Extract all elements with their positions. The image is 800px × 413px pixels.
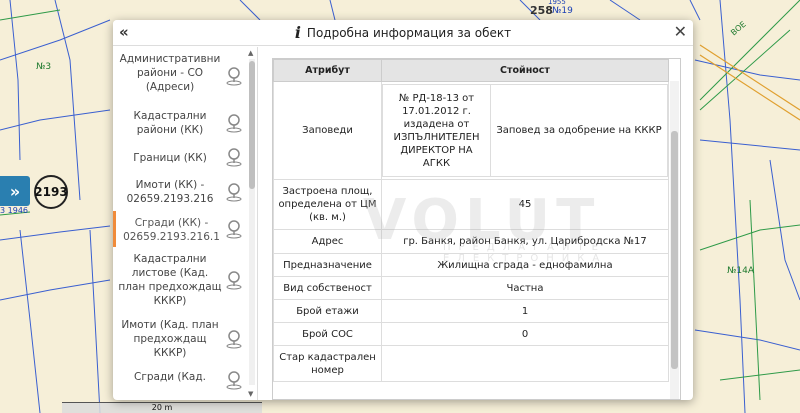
layer-item-label: Имоти (Кад. план предхождащ КККР) bbox=[121, 319, 219, 359]
attribute-value: 1 bbox=[381, 299, 669, 323]
scrollbar-thumb[interactable] bbox=[249, 61, 255, 189]
layer-item-borders[interactable]: Граници (КК) bbox=[113, 141, 247, 173]
expand-panel-button[interactable]: » bbox=[0, 176, 30, 206]
dialog-header: « i Подробна информация за обект ✕ bbox=[113, 20, 693, 46]
map-label-subparcel: 3 1946 bbox=[0, 206, 28, 215]
attribute-label: Заповеди bbox=[273, 81, 382, 180]
table-row-ownership: Вид собственост Частна bbox=[273, 276, 669, 300]
table-row-purpose: Предназначение Жилищна сграда - еднофами… bbox=[273, 253, 669, 277]
attribute-label: Застроена площ, определена от ЦМ (кв. м.… bbox=[273, 179, 382, 230]
layer-item-cadastral-regions[interactable]: Кадастрални райони (КК) bbox=[113, 104, 247, 141]
map-pin-icon[interactable] bbox=[225, 182, 243, 202]
map-pin-icon[interactable] bbox=[225, 66, 243, 86]
map-pin-icon[interactable] bbox=[225, 147, 243, 167]
table-row-old-cadastral: Стар кадастрален номер bbox=[273, 345, 669, 382]
close-icon[interactable]: ✕ bbox=[674, 22, 687, 41]
table-row-address: Адрес гр. Банкя, район Банкя, ул. Царибр… bbox=[273, 229, 669, 254]
layer-item-label: Сгради (Кад. bbox=[134, 371, 206, 383]
attribute-value: 45 bbox=[381, 179, 669, 230]
attribute-value: 0 bbox=[381, 322, 669, 346]
nested-orders-table: № РД-18-13 от 17.01.2012 г. издадена от … bbox=[382, 84, 668, 177]
table-row-sos: Брой СОС 0 bbox=[273, 322, 669, 346]
attribute-table-pane: Атрибут Стойност Заповеди № РД-18-13 от … bbox=[272, 58, 681, 400]
attribute-value bbox=[381, 345, 669, 382]
column-header-attribute: Атрибут bbox=[273, 59, 382, 82]
layer-item-label: Сгради (КК) - 02659.2193.216.1 bbox=[123, 217, 220, 243]
parcel-number-marker[interactable]: 2193 bbox=[34, 175, 68, 209]
scroll-down-icon[interactable]: ▼ bbox=[248, 390, 253, 398]
map-pin-icon[interactable] bbox=[225, 113, 243, 133]
map-label-address: №19 bbox=[552, 6, 573, 16]
scrollbar-thumb[interactable] bbox=[671, 131, 678, 369]
table-row-orders: Заповеди № РД-18-13 от 17.01.2012 г. изд… bbox=[273, 81, 669, 180]
map-label-address: №14А bbox=[727, 266, 754, 276]
scroll-up-icon[interactable]: ▲ bbox=[248, 49, 253, 57]
layer-item-old-properties[interactable]: Имоти (Кад. план предхождащ КККР) bbox=[113, 313, 247, 365]
dialog-title: Подробна информация за обект bbox=[306, 25, 512, 40]
layer-item-old-buildings[interactable]: Сгради (Кад. bbox=[113, 365, 247, 395]
table-row-area: Застроена площ, определена от ЦМ (кв. м.… bbox=[273, 179, 669, 230]
double-chevron-left-icon[interactable]: « bbox=[119, 23, 129, 41]
attribute-value-cell: № РД-18-13 от 17.01.2012 г. издадена от … bbox=[381, 81, 669, 180]
layer-item-properties[interactable]: Имоти (КК) - 02659.2193.216 bbox=[113, 173, 247, 211]
layer-list: Административни райони - СО (Адреси) Кад… bbox=[113, 47, 258, 400]
map-pin-icon[interactable] bbox=[225, 329, 243, 349]
table-row-floors: Брой етажи 1 bbox=[273, 299, 669, 323]
attribute-label: Брой етажи bbox=[273, 299, 382, 323]
map-pin-icon[interactable] bbox=[225, 270, 243, 290]
double-chevron-right-icon: » bbox=[9, 181, 21, 201]
layer-item-label: Имоти (КК) - 02659.2193.216 bbox=[126, 179, 214, 205]
info-icon: i bbox=[294, 23, 301, 42]
scale-bar: 20 m bbox=[62, 402, 262, 413]
layer-item-label: Административни райони - СО (Адреси) bbox=[119, 53, 221, 93]
table-header-row: Атрибут Стойност bbox=[273, 59, 669, 82]
layer-item-label: Кадастрални листове (Кад. план предхожда… bbox=[118, 253, 222, 307]
layer-item-label: Кадастрални райони (КК) bbox=[133, 110, 207, 136]
layer-list-scrollbar[interactable]: ▲ ▼ bbox=[248, 49, 256, 398]
map-pin-icon[interactable] bbox=[225, 370, 243, 390]
attribute-label: Стар кадастрален номер bbox=[273, 345, 382, 382]
attribute-value: гр. Банкя, район Банкя, ул. Царибродска … bbox=[381, 229, 669, 254]
attribute-label: Брой СОС bbox=[273, 322, 382, 346]
order-number: № РД-18-13 от 17.01.2012 г. издадена от … bbox=[382, 84, 491, 177]
map-pin-icon[interactable] bbox=[225, 219, 243, 239]
attribute-table: Атрибут Стойност Заповеди № РД-18-13 от … bbox=[273, 59, 669, 382]
dialog-body: Административни райони - СО (Адреси) Кад… bbox=[113, 47, 693, 400]
attribute-table-scrollbar[interactable] bbox=[670, 81, 679, 399]
attribute-label: Вид собственост bbox=[273, 276, 382, 300]
map-label-address: №3 bbox=[36, 62, 52, 72]
attribute-value: Жилищна сграда - еднофамилна bbox=[381, 253, 669, 277]
order-description: Заповед за одобрение на КККР bbox=[490, 84, 668, 177]
layer-item-admin-regions[interactable]: Административни райони - СО (Адреси) bbox=[113, 47, 247, 104]
attribute-value: Частна bbox=[381, 276, 669, 300]
column-header-value: Стойност bbox=[381, 59, 669, 82]
attribute-label: Адрес bbox=[273, 229, 382, 254]
layer-item-label: Граници (КК) bbox=[133, 152, 207, 164]
layer-item-buildings-active[interactable]: Сгради (КК) - 02659.2193.216.1 bbox=[113, 211, 247, 247]
attribute-label: Предназначение bbox=[273, 253, 382, 277]
layer-item-cadastral-sheets[interactable]: Кадастрални листове (Кад. план предхожда… bbox=[113, 247, 247, 313]
map-label-year: 1955 bbox=[548, 0, 566, 6]
object-info-dialog: « i Подробна информация за обект ✕ Админ… bbox=[113, 20, 693, 400]
